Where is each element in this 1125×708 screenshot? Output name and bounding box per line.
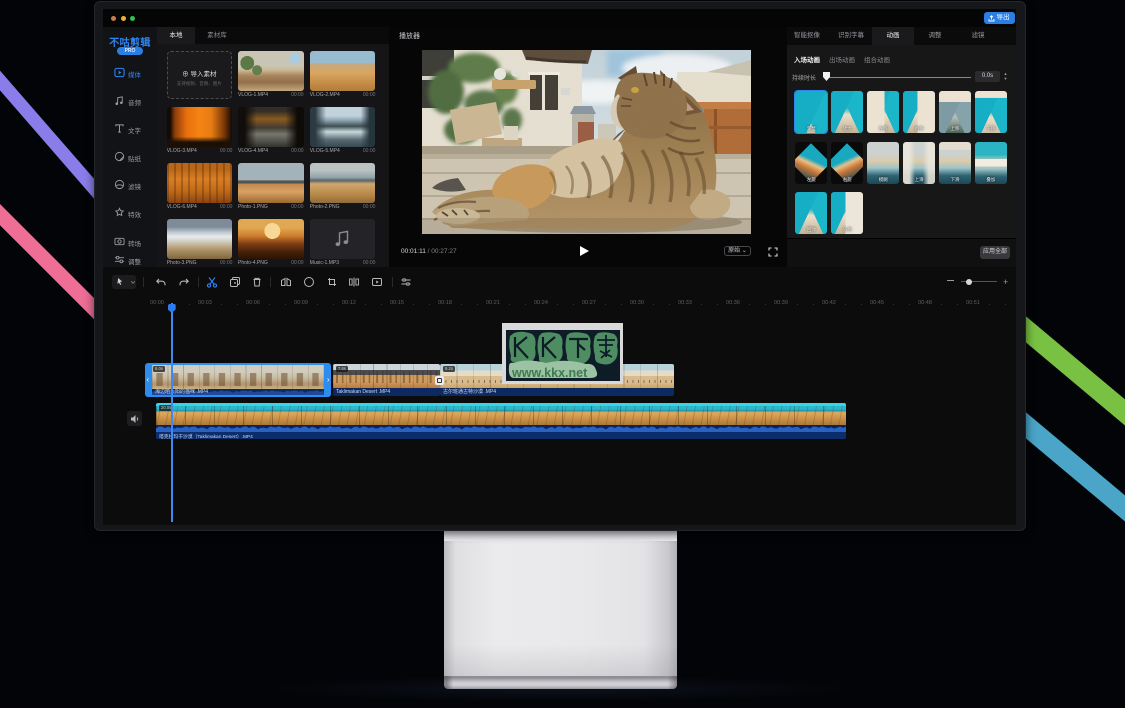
svg-text:www.kkx.net: www.kkx.net [511, 366, 588, 380]
